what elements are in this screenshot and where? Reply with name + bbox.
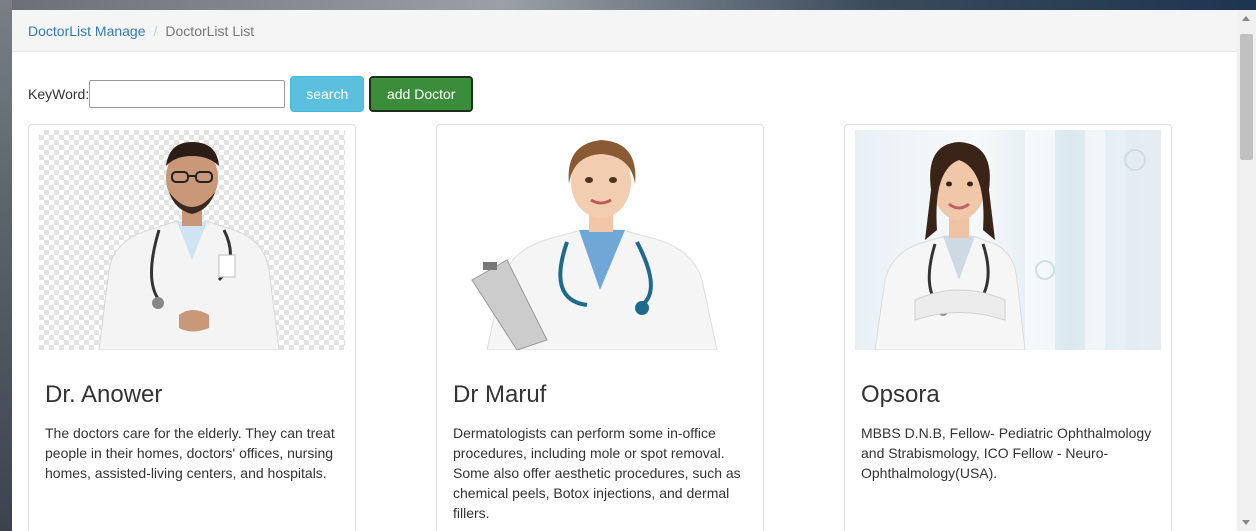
breadcrumb-separator: /	[153, 23, 158, 39]
keyword-label: KeyWord:	[28, 86, 90, 102]
vertical-scrollbar[interactable]	[1237, 10, 1256, 531]
doctor-name: Opsora	[861, 381, 940, 408]
doctor-card: Dr. Anower The doctors care for the elde…	[28, 124, 356, 531]
doctor-photo	[855, 130, 1161, 350]
search-toolbar: KeyWord: search add Doctor	[28, 75, 474, 113]
scroll-down-arrow-icon[interactable]	[1242, 520, 1250, 525]
doctor-photo	[447, 130, 753, 350]
scrollbar-thumb[interactable]	[1240, 34, 1253, 160]
doctor-name: Dr. Anower	[45, 381, 163, 408]
doctor-photo-illustration	[98, 142, 280, 350]
search-button[interactable]: search	[290, 76, 365, 112]
doctor-name: Dr Maruf	[453, 381, 547, 408]
breadcrumb: DoctorList Manage / DoctorList List	[12, 10, 1237, 52]
breadcrumb-current: DoctorList List	[165, 23, 255, 39]
doctor-description: The doctors care for the elderly. They c…	[45, 425, 335, 481]
content-frame: DoctorList Manage / DoctorList List KeyWor…	[12, 10, 1237, 531]
doctor-card: Opsora MBBS D.N.B, Fellow- Pediatric Oph…	[844, 124, 1172, 531]
doctor-photo	[39, 130, 345, 350]
background-left-strip	[0, 0, 12, 531]
doctor-description: MBBS D.N.B, Fellow- Pediatric Ophthalmol…	[861, 425, 1152, 481]
breadcrumb-link-doctorlist-manage[interactable]: DoctorList Manage	[28, 23, 146, 39]
scroll-up-arrow-icon[interactable]	[1242, 16, 1250, 21]
add-doctor-button[interactable]: add Doctor	[369, 76, 474, 112]
doctor-photo-illustration	[471, 140, 718, 350]
doctor-card: Dr Maruf Dermatologists can perform some…	[436, 124, 764, 531]
doctor-description: Dermatologists can perform some in-offic…	[453, 425, 741, 521]
keyword-input[interactable]	[89, 80, 286, 108]
doctor-photo-illustration	[874, 130, 1161, 350]
